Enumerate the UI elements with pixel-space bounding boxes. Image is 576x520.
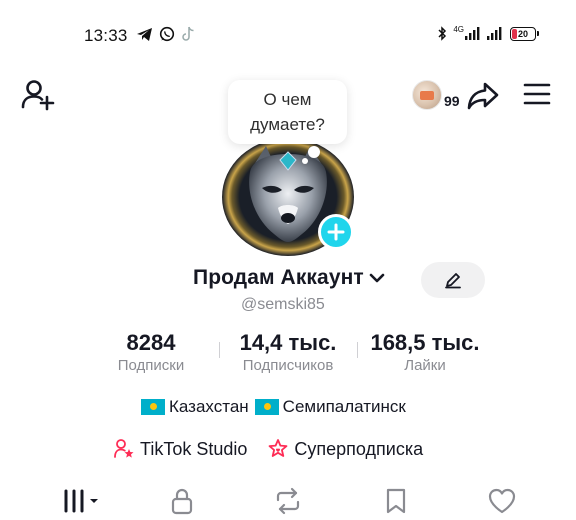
inbox-count-badge: 99 — [444, 93, 460, 109]
stat-following-value: 8284 — [126, 330, 176, 355]
battery-icon: 20 — [510, 26, 539, 41]
videos-grid-icon — [64, 489, 98, 513]
share-icon — [467, 82, 499, 110]
tab-favorites[interactable] — [380, 486, 412, 516]
edit-profile-button[interactable] — [421, 262, 485, 298]
bluetooth-icon — [437, 26, 447, 41]
add-friend-icon — [21, 80, 55, 111]
stat-likes-label: Лайки — [404, 357, 446, 374]
stat-followers-label: Подписчиков — [242, 357, 334, 374]
pencil-icon — [445, 273, 461, 289]
status-icons-left — [136, 26, 196, 42]
add-friend-button[interactable] — [20, 78, 56, 112]
tab-liked[interactable] — [484, 486, 520, 516]
stat-following[interactable]: 8284 Подписки — [108, 330, 194, 374]
thought-bubble-dot — [302, 158, 308, 164]
stat-following-label: Подписки — [117, 357, 185, 374]
profile-location: Казахстан Семипалатинск — [141, 397, 406, 417]
super-subscription-label: Суперподписка — [294, 438, 424, 459]
menu-button[interactable] — [523, 82, 551, 106]
tiktok-studio-link[interactable]: TikTok Studio — [113, 438, 247, 460]
share-button[interactable] — [466, 80, 500, 112]
hamburger-menu-icon — [523, 83, 551, 105]
kazakhstan-flag-icon — [254, 399, 279, 415]
status-icons-right: 4G 20 — [437, 24, 539, 41]
bookmark-icon — [386, 488, 406, 514]
network-label: 4G — [453, 24, 464, 34]
mobile-data-icon: 4G — [453, 24, 480, 41]
super-subscription-link[interactable]: Суперподписка — [267, 438, 423, 460]
creator-studio-icon — [114, 439, 134, 458]
profile-username: @semski85 — [241, 296, 325, 313]
add-story-button[interactable] — [318, 214, 354, 250]
tab-reposts[interactable] — [270, 486, 306, 516]
plus-icon — [327, 223, 345, 241]
account-switcher[interactable]: Продам Аккаунт — [193, 266, 386, 290]
telegram-icon — [136, 27, 153, 42]
battery-level: 20 — [517, 28, 528, 39]
thought-bubble[interactable]: О чем думаете? — [228, 80, 347, 144]
stat-divider — [219, 342, 220, 358]
location-city: Семипалатинск — [282, 397, 406, 416]
whatsapp-icon — [159, 26, 175, 42]
thought-bubble-dot — [308, 146, 320, 158]
stat-followers-value: 14,4 тыс. — [239, 330, 337, 355]
heart-icon — [488, 488, 516, 514]
star-heart-icon — [268, 439, 288, 457]
stat-followers[interactable]: 14,4 тыс. Подписчиков — [226, 330, 350, 374]
lock-icon — [171, 488, 193, 515]
repost-icon — [276, 487, 300, 515]
tiktok-icon — [181, 26, 196, 42]
inbox-avatar — [412, 80, 442, 110]
kazakhstan-flag-icon — [141, 399, 165, 415]
status-time: 13:33 — [84, 26, 128, 45]
signal-icon — [486, 26, 504, 41]
profile-tabs — [0, 480, 576, 520]
stat-likes[interactable]: 168,5 тыс. Лайки — [363, 330, 487, 374]
battery-fill — [512, 28, 517, 39]
stat-likes-value: 168,5 тыс. — [370, 330, 480, 355]
tiktok-studio-label: TikTok Studio — [140, 438, 248, 459]
inbox-button[interactable]: 99 — [412, 80, 460, 110]
profile-links: TikTok Studio Суперподписка — [113, 438, 423, 460]
location-country: Казахстан — [169, 397, 249, 416]
tab-private[interactable] — [166, 486, 198, 516]
chevron-down-icon — [369, 273, 385, 283]
thought-bubble-text: О чем думаете? — [250, 90, 325, 134]
stat-divider — [357, 342, 358, 358]
tab-videos[interactable] — [58, 486, 106, 516]
profile-name: Продам Аккаунт — [193, 266, 364, 289]
